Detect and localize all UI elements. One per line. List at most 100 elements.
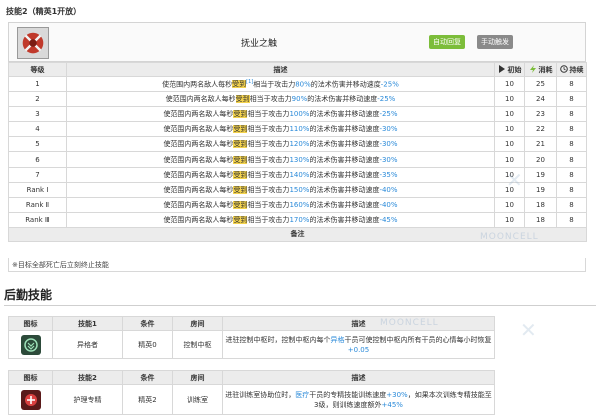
auto-recovery-tag: 自动回复 [429, 35, 465, 49]
table-row: 异格者 精英0 控制中枢 进驻控制中枢时，控制中枢内每个异格干员可使控制中枢内所… [8, 330, 495, 359]
clock-icon [559, 64, 568, 73]
note-text: ※目标全部死亡后立刻终止技能 [8, 258, 586, 272]
init-cell: 10 [494, 151, 525, 168]
base-skill2-table: 图标 技能2 条件 房间 描述 护理专精 精英2 训练室 进驻训练室协助位时，医… [8, 370, 495, 415]
header-cond: 条件 [122, 316, 173, 331]
desc-cell: 使范围内两名敌人每秒受到[1]相当于攻击力80%的法术伤害并移动速度-25% [66, 75, 495, 93]
cost-cell: 19 [524, 181, 557, 198]
level-cell: 2 [8, 91, 67, 108]
duration-cell: 8 [556, 136, 587, 153]
table-row: 护理专精 精英2 训练室 进驻训练室协助位时，医疗干员的专精技能训练速度+30%… [8, 384, 495, 415]
table-row: 4 使范围内两名敌人每秒受到相当于攻击力110%的法术伤害并移动速度-30% 10 2… [8, 121, 587, 138]
header-init: 初始 [494, 62, 525, 77]
desc-cell: 使范围内两名敌人每秒受到相当于攻击力160%的法术伤害并移动速度-40% [66, 196, 495, 213]
desc-cell: 使范围内两名敌人每秒受到相当于攻击力170%的法术伤害并移动速度-45% [66, 211, 495, 228]
table-row: 7 使范围内两名敌人每秒受到相当于攻击力140%的法术伤害并移动速度-35% 10 1… [8, 166, 587, 183]
level-cell: 1 [8, 75, 67, 93]
table-row: 6 使范围内两名敌人每秒受到相当于攻击力130%的法术伤害并移动速度-30% 10 2… [8, 151, 587, 168]
header-skill2: 技能2 [52, 370, 123, 385]
desc-cell: 使范围内两名敌人每秒受到相当于攻击力90%的法术伤害并移动速度-25% [66, 91, 495, 108]
cost-cell: 22 [524, 121, 557, 138]
level-cell: Rank Ⅰ [8, 181, 67, 198]
header-room: 房间 [172, 316, 223, 331]
table-row: 3 使范围内两名敌人每秒受到相当于攻击力100%的法术伤害并移动速度-25% 10 2… [8, 106, 587, 123]
skill2-desc: 进驻训练室协助位时，医疗干员的专精技能训练速度+30%，如果本次训练专精技能至3… [222, 384, 495, 415]
header-room-2: 房间 [172, 370, 223, 385]
level-cell: Rank Ⅱ [8, 196, 67, 213]
duration-cell: 8 [556, 121, 587, 138]
cost-cell: 18 [524, 196, 557, 213]
header-icon-2: 图标 [8, 370, 53, 385]
level-cell: 4 [8, 121, 67, 138]
header-cost: 消耗 [524, 62, 557, 77]
init-cell: 10 [494, 106, 525, 123]
cost-cell: 25 [524, 75, 557, 93]
desc-cell: 使范围内两名敌人每秒受到相当于攻击力100%的法术伤害并移动速度-25% [66, 106, 495, 123]
duration-cell: 8 [556, 211, 587, 228]
skill2-cond: 精英2 [122, 384, 173, 415]
desc-cell: 使范围内两名敌人每秒受到相当于攻击力110%的法术伤害并移动速度-30% [66, 121, 495, 138]
control-center-icon [20, 334, 41, 355]
level-cell: 5 [8, 136, 67, 153]
table-row: 2 使范围内两名敌人每秒受到相当于攻击力90%的法术伤害并移动速度-25% 10 24… [8, 91, 587, 108]
table-row: Rank Ⅰ 使范围内两名敌人每秒受到相当于攻击力150%的法术伤害并移动速度-4… [8, 181, 587, 198]
duration-cell: 8 [556, 151, 587, 168]
watermark: MOONCELL [480, 232, 539, 242]
init-cell: 10 [494, 121, 525, 138]
cost-cell: 24 [524, 91, 557, 108]
init-cell: 10 [494, 136, 525, 153]
header-desc2-2: 描述 [222, 370, 495, 385]
link-medic[interactable]: 医疗 [295, 391, 309, 399]
section-title: 技能2（精英1开放） [6, 7, 82, 16]
level-cell: 6 [8, 151, 67, 168]
cost-cell: 18 [524, 211, 557, 228]
table-row: Rank Ⅱ 使范围内两名敌人每秒受到相当于攻击力160%的法术伤害并移动速度-4… [8, 196, 587, 213]
skill2-name: 护理专精 [52, 384, 123, 415]
init-cell: 10 [494, 211, 525, 228]
header-desc: 描述 [66, 62, 495, 77]
header-desc2: 描述 [222, 316, 495, 331]
desc-cell: 使范围内两名敌人每秒受到相当于攻击力150%的法术伤害并移动速度-40% [66, 181, 495, 198]
play-icon [498, 64, 506, 73]
manual-trigger-tag: 手动触发 [477, 35, 513, 49]
skill-header: 抚业之触 自动回复 手动触发 [8, 22, 586, 62]
base-skill-section-title: 后勤技能 [4, 288, 53, 302]
duration-cell: 8 [556, 75, 587, 93]
duration-cell: 8 [556, 91, 587, 108]
duration-cell: 8 [556, 181, 587, 198]
training-room-icon [20, 389, 41, 410]
skill1-cond: 精英0 [122, 330, 173, 359]
desc-cell: 使范围内两名敌人每秒受到相当于攻击力120%的法术伤害并移动速度-30% [66, 136, 495, 153]
duration-cell: 8 [556, 166, 587, 183]
duration-cell: 8 [556, 106, 587, 123]
cost-cell: 21 [524, 136, 557, 153]
table-row: 1 使范围内两名敌人每秒受到[1]相当于攻击力80%的法术伤害并移动速度-25% 1… [8, 75, 587, 93]
table-row: Rank Ⅲ 使范围内两名敌人每秒受到相当于攻击力170%的法术伤害并移动速度-4… [8, 211, 587, 228]
skill-level-table: 等级 描述 初始 消耗 持续 1 使范围内两名敌人每秒受到[1]相当于攻击力80%… [8, 62, 587, 242]
skill1-name: 异格者 [52, 330, 123, 359]
desc-cell: 使范围内两名敌人每秒受到相当于攻击力140%的法术伤害并移动速度-35% [66, 166, 495, 183]
init-cell: 10 [494, 75, 525, 93]
skill1-room: 控制中枢 [172, 330, 223, 359]
init-cell: 10 [494, 91, 525, 108]
cost-cell: 20 [524, 151, 557, 168]
link-yige[interactable]: 异格 [331, 336, 345, 344]
cost-cell: 19 [524, 166, 557, 183]
header-icon: 图标 [8, 316, 53, 331]
level-cell: 7 [8, 166, 67, 183]
section-divider [4, 305, 596, 306]
duration-cell: 8 [556, 196, 587, 213]
skill-icon [17, 27, 49, 59]
header-cond-2: 条件 [122, 370, 173, 385]
watermark: MOONCELL [380, 318, 439, 328]
table-row: 5 使范围内两名敌人每秒受到相当于攻击力120%的法术伤害并移动速度-30% 10 2… [8, 136, 587, 153]
desc-cell: 使范围内两名敌人每秒受到相当于攻击力130%的法术伤害并移动速度-30% [66, 151, 495, 168]
header-duration: 持续 [556, 62, 587, 77]
header-skill1: 技能1 [52, 316, 123, 331]
level-cell: 3 [8, 106, 67, 123]
header-level: 等级 [8, 62, 67, 77]
skill2-room: 训练室 [172, 384, 223, 415]
watermark-cross-icon: ✕ [506, 168, 523, 192]
skill-name: 抚业之触 [240, 39, 277, 49]
lightning-icon [529, 64, 537, 73]
